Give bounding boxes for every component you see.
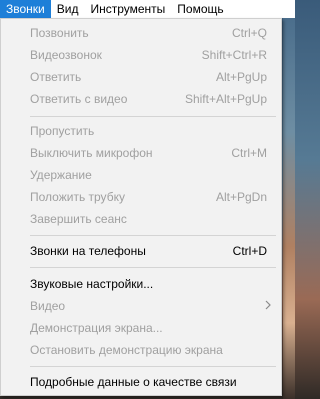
menu-item-label: Удержание bbox=[30, 168, 92, 182]
calls-dropdown-menu: Позвонить Ctrl+Q Видеозвонок Shift+Ctrl+… bbox=[0, 18, 282, 396]
menu-item-shortcut: Ctrl+M bbox=[231, 146, 267, 160]
menu-item-label: Положить трубку bbox=[30, 190, 125, 204]
menu-item-mute-mic[interactable]: Выключить микрофон Ctrl+M bbox=[1, 142, 281, 164]
menu-item-shortcut: Shift+Ctrl+R bbox=[201, 48, 267, 62]
menu-view[interactable]: Вид bbox=[51, 0, 85, 18]
menu-item-audio-settings[interactable]: Звуковые настройки... bbox=[1, 273, 281, 295]
menu-item-answer[interactable]: Ответить Alt+PgUp bbox=[1, 66, 281, 88]
menu-item-stop-screen-share[interactable]: Остановить демонстрацию экрана bbox=[1, 339, 281, 361]
menu-separator bbox=[30, 267, 276, 268]
menu-separator bbox=[30, 116, 276, 117]
menu-item-shortcut: Alt+PgUp bbox=[215, 70, 267, 84]
menu-item-skip[interactable]: Пропустить bbox=[1, 120, 281, 142]
menu-item-calls-to-phones[interactable]: Звонки на телефоны Ctrl+D bbox=[1, 240, 281, 262]
menu-item-video-call[interactable]: Видеозвонок Shift+Ctrl+R bbox=[1, 44, 281, 66]
menu-item-label: Остановить демонстрацию экрана bbox=[30, 343, 223, 357]
menu-separator bbox=[30, 366, 276, 367]
menu-tools[interactable]: Инструменты bbox=[84, 0, 171, 18]
menu-item-shortcut: Ctrl+Q bbox=[231, 26, 267, 40]
menu-item-answer-with-video[interactable]: Ответить с видео Shift+Alt+PgUp bbox=[1, 88, 281, 110]
menu-item-screen-share[interactable]: Демонстрация экрана... bbox=[1, 317, 281, 339]
menu-item-label: Видеозвонок bbox=[30, 48, 102, 62]
menu-item-shortcut: Ctrl+D bbox=[232, 244, 267, 258]
menu-item-label: Демонстрация экрана... bbox=[30, 321, 163, 335]
menu-bar: Звонки Вид Инструменты Помощь bbox=[0, 0, 295, 18]
menu-item-shortcut: Alt+PgDn bbox=[215, 190, 267, 204]
menu-item-label: Ответить с видео bbox=[30, 92, 128, 106]
menu-item-label: Завершить сеанс bbox=[30, 212, 127, 226]
menu-item-hold[interactable]: Удержание bbox=[1, 164, 281, 186]
menu-item-call[interactable]: Позвонить Ctrl+Q bbox=[1, 22, 281, 44]
menu-item-end-session[interactable]: Завершить сеанс bbox=[1, 208, 281, 230]
menu-item-label: Звонки на телефоны bbox=[30, 244, 146, 258]
menu-item-label: Звуковые настройки... bbox=[30, 277, 154, 291]
menu-item-video[interactable]: Видео bbox=[1, 295, 281, 317]
chevron-right-icon bbox=[265, 299, 271, 313]
menu-item-label: Позвонить bbox=[30, 26, 89, 40]
menu-item-label: Видео bbox=[30, 299, 66, 313]
menu-item-call-quality-details[interactable]: Подробные данные о качестве связи bbox=[1, 371, 281, 393]
menu-item-label: Выключить микрофон bbox=[30, 146, 153, 160]
background-window bbox=[283, 18, 295, 399]
menu-item-label: Ответить bbox=[30, 70, 82, 84]
menu-item-hang-up[interactable]: Положить трубку Alt+PgDn bbox=[1, 186, 281, 208]
menu-separator bbox=[30, 235, 276, 236]
menu-item-label: Пропустить bbox=[30, 124, 95, 138]
menu-help[interactable]: Помощь bbox=[171, 0, 229, 18]
menu-item-shortcut: Shift+Alt+PgUp bbox=[184, 92, 267, 106]
menu-calls[interactable]: Звонки bbox=[0, 0, 51, 18]
menu-item-label: Подробные данные о качестве связи bbox=[30, 375, 237, 389]
